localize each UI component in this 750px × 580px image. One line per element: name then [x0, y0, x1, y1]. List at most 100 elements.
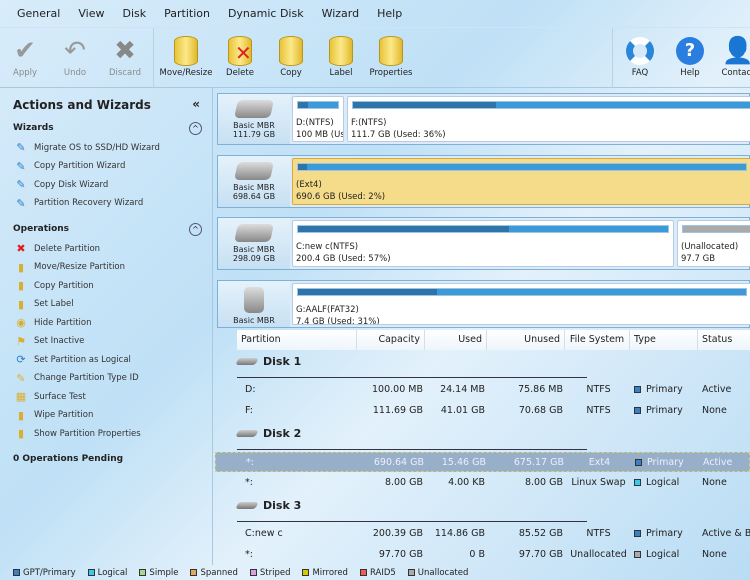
toolbar: ✔ Apply ↶ Undo ✖ Discard Move/Resize ✕ Delet… — [0, 27, 750, 88]
checkmark-icon: ✔ — [14, 36, 36, 66]
operation-item-label: Hide Partition — [34, 317, 92, 328]
hide-icon: ◉ — [16, 316, 26, 329]
partition-block[interactable]: D:(NTFS) 100 MB (Used: 24%) — [292, 96, 344, 142]
collapse-wizards-button[interactable]: ^ — [189, 122, 202, 135]
wizard-item[interactable]: ✎ Copy Partition Wizard — [14, 160, 125, 173]
operation-item-label: Set Inactive — [34, 336, 85, 346]
disk-map: Basic MBR111.79 GBD:(NTFS)100 MB (Used: … — [215, 90, 750, 328]
properties-button[interactable]: Properties — [363, 34, 419, 78]
disk-label[interactable]: Basic MBR 111.79 GB — [218, 94, 290, 144]
operation-item-label: Delete Partition — [34, 243, 101, 254]
partition-block[interactable]: (Ext4) 690.6 GB (Used: 2%) — [292, 158, 750, 205]
move-resize-button[interactable]: Move/Resize — [158, 34, 214, 78]
label-button[interactable]: Label — [313, 34, 369, 78]
partition-block[interactable]: C:new c(NTFS) 200.4 GB (Used: 57%) — [292, 220, 674, 267]
operation-item[interactable]: ◉ Hide Partition — [14, 316, 92, 329]
cell-text: 4.00 KB — [448, 477, 485, 488]
menu-view[interactable]: View — [69, 7, 113, 20]
column-header-file-system[interactable]: File System — [565, 330, 630, 350]
cell-text: 675.17 GB — [513, 457, 564, 468]
wizard-item[interactable]: ✎ Partition Recovery Wizard — [14, 197, 143, 210]
wizard-item[interactable]: ✎ Copy Disk Wizard — [14, 178, 108, 191]
panel-title: Actions and Wizards — [13, 98, 151, 112]
type-swatch — [634, 530, 641, 537]
operation-item[interactable]: ▮ Move/Resize Partition — [14, 261, 125, 274]
faq-button[interactable]: FAQ — [612, 34, 668, 78]
partition-block[interactable]: G:AALF(FAT32) 7.4 GB (Used: 31%) — [292, 283, 750, 325]
operation-item[interactable]: ⟳ Set Partition as Logical — [14, 353, 131, 366]
disk-row[interactable]: Basic MBR111.79 GB D:(NTFS) 100 MB (Used: … — [217, 93, 750, 145]
disk-row[interactable]: Basic MBR G:AALF(FAT32) 7.4 GB (Used: 31%) — [217, 280, 750, 328]
table-row[interactable]: D: 100.00 MB 24.14 MB 75.86 MB NTFS Primary Ac… — [215, 380, 750, 400]
collapse-operations-button[interactable]: ^ — [189, 223, 202, 236]
discard-button[interactable]: ✖ Discard — [97, 34, 153, 78]
cell-used: 4.00 KB — [429, 473, 485, 493]
menu-dynamic-disk[interactable]: Dynamic Disk — [219, 7, 313, 20]
contact-button[interactable]: 👤Contact — [710, 34, 750, 78]
surface-test-icon: ▦ — [15, 390, 27, 403]
disk-group-header[interactable]: Disk 3 — [235, 499, 301, 512]
table-row[interactable]: *: 97.70 GB 0 B 97.70 GB Unallocated Logical N… — [215, 545, 750, 565]
operation-item[interactable]: ⚑ Set Inactive — [14, 335, 84, 348]
menu-help[interactable]: Help — [368, 7, 411, 20]
wizard-item-label: Migrate OS to SSD/HD Wizard — [34, 142, 160, 153]
disk-group-header[interactable]: Disk 1 — [235, 355, 301, 368]
cell-status: None — [702, 545, 750, 565]
operation-item[interactable]: ✖ Delete Partition — [14, 242, 100, 255]
operation-item[interactable]: ▮ Show Partition Properties — [14, 427, 141, 440]
operation-item[interactable]: ✎ Change Partition Type ID — [14, 372, 138, 385]
operation-item[interactable]: ▮ Wipe Partition — [14, 409, 93, 422]
partition-block[interactable]: (Unallocated) 97.7 GB — [677, 220, 750, 267]
column-header-unused[interactable]: Unused — [487, 330, 565, 350]
table-row[interactable]: *: 8.00 GB 4.00 KB 8.00 GB Linux Swap Logical… — [215, 473, 750, 493]
partition-block[interactable]: F:(NTFS) 111.7 GB (Used: 36%) — [347, 96, 750, 142]
menu-partition[interactable]: Partition — [155, 7, 219, 20]
column-header-used[interactable]: Used — [425, 330, 487, 350]
cell-capacity: 690.64 GB — [362, 453, 424, 473]
disk-group-header[interactable]: Disk 2 — [235, 427, 301, 440]
menu-disk[interactable]: Disk — [113, 7, 155, 20]
disk-label[interactable]: Basic MBR 298.09 GB — [218, 218, 290, 269]
disk-label[interactable]: Basic MBR — [218, 281, 290, 327]
undo-button[interactable]: ↶ Undo — [47, 34, 103, 78]
usage-bar-fill — [298, 226, 509, 232]
cell-text: 690.64 GB — [373, 457, 424, 468]
menu-wizard[interactable]: Wizard — [313, 7, 369, 20]
column-header-type[interactable]: Type — [630, 330, 698, 350]
disk-row[interactable]: Basic MBR 298.09 GB C:new c(NTFS) 200.4 GB … — [217, 217, 750, 270]
table-row[interactable]: C:new c 200.39 GB 114.86 GB 85.52 GB NTFS Pri… — [215, 524, 750, 544]
cell-partition: D: — [245, 380, 357, 400]
cell-text: *: — [245, 549, 253, 560]
cell-text: 85.52 GB — [518, 528, 563, 539]
apply-button[interactable]: ✔ Apply — [0, 34, 53, 78]
copy-button[interactable]: Copy — [263, 34, 319, 78]
partition-name: D:(NTFS) — [296, 118, 334, 128]
cell-status: None — [702, 401, 750, 421]
partition-name: C:new c(NTFS) — [296, 242, 359, 252]
column-header-status[interactable]: Status — [698, 330, 750, 350]
partition-recovery-icon: ✎ — [16, 196, 26, 210]
usage-bar — [352, 101, 750, 109]
column-header-partition[interactable]: Partition — [237, 330, 357, 350]
partition-info: 200.4 GB (Used: 57%) — [296, 254, 391, 264]
disk-row[interactable]: Basic MBR 698.64 GB (Ext4) 690.6 GB (Used: … — [217, 155, 750, 208]
operation-item[interactable]: ▦ Surface Test — [14, 390, 86, 403]
operation-item[interactable]: ▮ Copy Partition — [14, 279, 94, 292]
disk-label[interactable]: Basic MBR 698.64 GB — [218, 156, 290, 207]
cell-text: 97.70 GB — [518, 549, 563, 560]
delete-button[interactable]: ✕ Delete — [212, 34, 268, 78]
operations-pending: 0 Operations Pending — [13, 454, 124, 464]
cell-type: Primary — [635, 453, 697, 473]
type-swatch — [635, 459, 642, 466]
collapse-panel-button[interactable]: « — [192, 97, 200, 111]
operation-item[interactable]: ▮ Set Label — [14, 298, 74, 311]
hdd-icon — [234, 224, 274, 242]
column-header-capacity[interactable]: Capacity — [357, 330, 425, 350]
wizard-item[interactable]: ✎ Migrate OS to SSD/HD Wizard — [14, 141, 160, 154]
label-icon — [329, 36, 353, 66]
table-row[interactable]: F: 111.69 GB 41.01 GB 70.68 GB NTFS Primary No… — [215, 401, 750, 421]
menu-general[interactable]: General — [8, 7, 69, 20]
cell-text: Logical — [646, 477, 680, 488]
partition-info: 690.6 GB (Used: 2%) — [296, 192, 386, 202]
table-row[interactable]: *: 690.64 GB 15.46 GB 675.17 GB Ext4 Primary A… — [215, 452, 750, 472]
